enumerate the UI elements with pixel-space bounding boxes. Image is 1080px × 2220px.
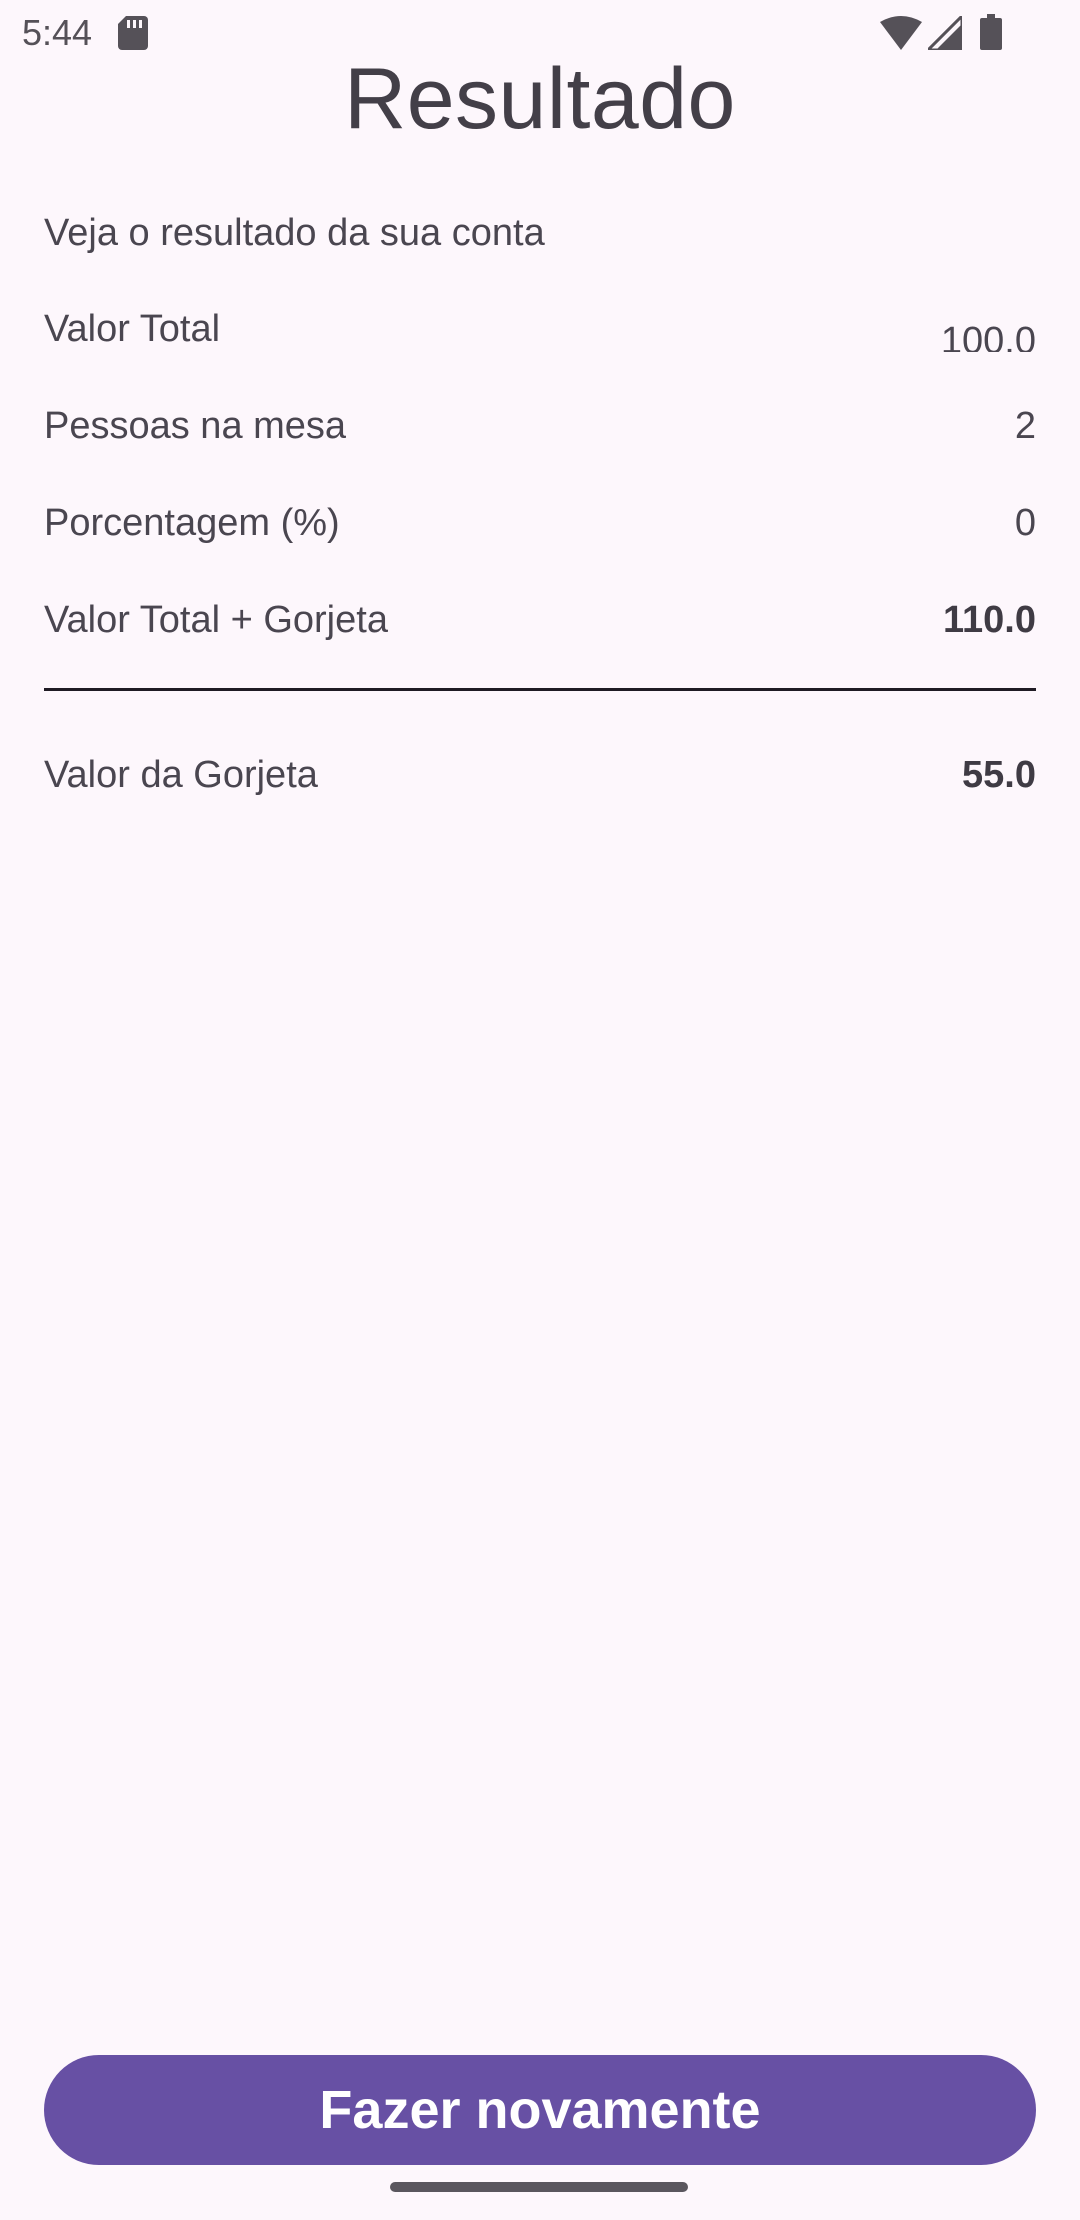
signal-icon xyxy=(928,16,962,50)
redo-button[interactable]: Fazer novamente xyxy=(44,2055,1036,2165)
total-gorjeta-value: 110.0 xyxy=(943,599,1036,641)
row-valor-gorjeta: Valor da Gorjeta 55.0 xyxy=(44,754,1036,814)
row-pessoas-na-mesa: Pessoas na mesa 2 xyxy=(44,405,1036,465)
wifi-icon xyxy=(880,16,922,50)
battery-icon xyxy=(980,14,1002,50)
gorjeta-value: 55.0 xyxy=(962,754,1036,796)
porcentagem-label: Porcentagem (%) xyxy=(44,502,340,544)
row-valor-total: Valor Total 100.0 xyxy=(44,308,1036,368)
valor-total-value: 100.0 xyxy=(940,320,1036,352)
valor-total-value-container: 100.0 xyxy=(836,308,1036,352)
sd-card-icon xyxy=(118,16,148,50)
pessoas-label: Pessoas na mesa xyxy=(44,405,347,447)
gorjeta-label: Valor da Gorjeta xyxy=(44,754,318,796)
porcentagem-value: 0 xyxy=(1014,502,1036,544)
status-time: 5:44 xyxy=(22,12,93,53)
page-title: Resultado xyxy=(344,51,736,147)
divider xyxy=(44,688,1036,691)
pessoas-value: 2 xyxy=(1014,405,1036,447)
home-indicator[interactable] xyxy=(390,2182,688,2192)
row-porcentagem: Porcentagem (%) 0 xyxy=(44,502,1036,562)
row-valor-total-gorjeta: Valor Total + Gorjeta 110.0 xyxy=(44,599,1036,659)
total-gorjeta-label: Valor Total + Gorjeta xyxy=(44,599,388,641)
valor-total-label: Valor Total xyxy=(44,308,221,350)
page-subtitle: Veja o resultado da sua conta xyxy=(44,212,545,254)
